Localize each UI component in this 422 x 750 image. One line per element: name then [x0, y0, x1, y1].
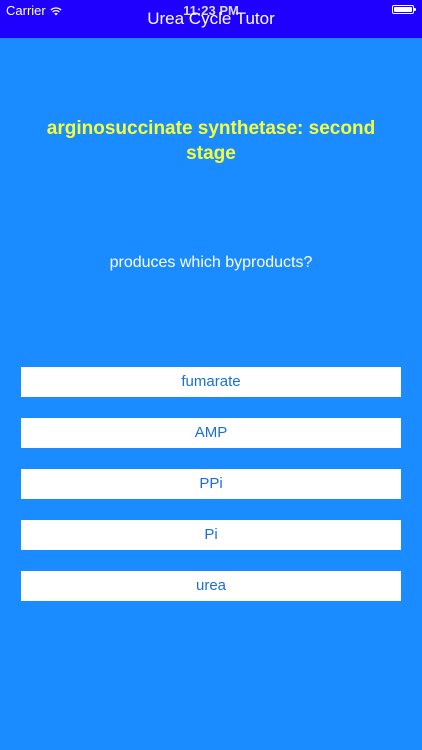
- answer-button-fumarate[interactable]: fumarate: [21, 367, 401, 397]
- quiz-topic: arginosuccinate synthetase: second stage: [46, 118, 376, 164]
- answer-button-urea[interactable]: urea: [21, 571, 401, 601]
- answer-button-amp[interactable]: AMP: [21, 418, 401, 448]
- answer-button-pi[interactable]: Pi: [21, 520, 401, 550]
- answer-button-ppi[interactable]: PPi: [21, 469, 401, 499]
- page-title: Urea Cycle Tutor: [147, 9, 275, 28]
- navigation-bar: Carrier 11:23 PM Urea Cycle Tutor: [0, 0, 422, 38]
- answer-list: fumarate AMP PPi Pi urea: [21, 367, 401, 622]
- quiz-question: produces which byproducts?: [109, 254, 313, 271]
